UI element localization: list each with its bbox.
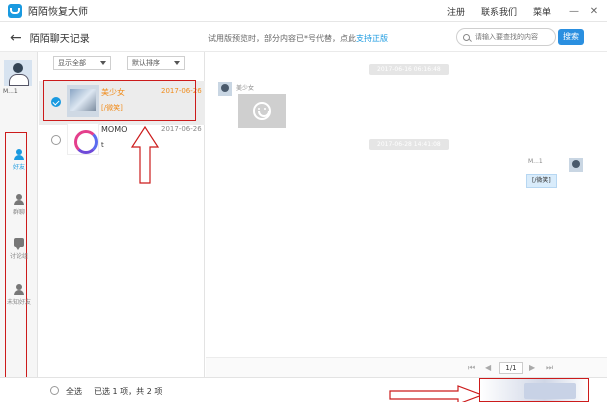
last-page-button[interactable]: ⏭ <box>546 363 553 373</box>
sidebar-item-label: 群聊 <box>12 209 25 216</box>
filter-row: 显示全部 默认排序 <box>39 52 204 74</box>
pagination: ⏮ ◀ 1/1 ▶ ⏭ <box>206 357 607 377</box>
user-avatar[interactable] <box>4 60 32 86</box>
search-button[interactable]: 搜索 <box>558 29 584 45</box>
momo-logo-icon <box>67 123 99 155</box>
user-avatar-caption: M...1 <box>3 88 18 95</box>
back-arrow-icon[interactable]: ← <box>10 30 22 46</box>
sidebar-item-label: 讨论组 <box>9 253 28 260</box>
trial-notice: 试用版预览时，部分内容已*号代替，点此支持正版 <box>208 33 388 44</box>
app-window: 陌陌恢复大师 注册 联系我们 菜单 — ✕ ← 陌陌聊天记录 试用版预览时，部分… <box>0 0 607 402</box>
register-link[interactable]: 注册 <box>447 5 465 18</box>
sort-dropdown[interactable]: 默认排序 <box>127 56 185 70</box>
timestamp-divider: 2017-06-28 14:41:08 <box>369 139 449 150</box>
sidebar: M...1 好友 群聊 讨论组 未知好友 <box>0 52 38 402</box>
unknown-person-icon <box>14 284 24 295</box>
own-name: M...1 <box>528 158 543 165</box>
menu-link[interactable]: 菜单 <box>533 5 551 18</box>
annotation-arrow-right-icon <box>389 385 484 402</box>
sidebar-item-groups[interactable]: 群聊 <box>4 194 34 216</box>
select-all-checkbox[interactable] <box>50 386 59 395</box>
sidebar-annotation-frame <box>5 132 27 402</box>
sidebar-item-label: 未知好友 <box>6 299 31 306</box>
app-logo-icon <box>8 3 22 18</box>
chat-bubble-icon <box>14 238 24 250</box>
select-checkbox[interactable] <box>51 135 61 145</box>
group-icon <box>14 194 24 205</box>
sidebar-item-label: 好友 <box>12 164 25 171</box>
prev-page-button[interactable]: ◀ <box>485 363 491 372</box>
selection-count: 已选 1 项，共 2 项 <box>94 387 163 396</box>
close-button[interactable]: ✕ <box>587 6 601 17</box>
sidebar-item-discussions[interactable]: 讨论组 <box>4 238 34 260</box>
sender-name: 美少女 <box>236 85 255 92</box>
own-avatar <box>569 158 583 172</box>
search-icon <box>463 33 470 41</box>
first-page-button[interactable]: ⏮ <box>468 363 475 373</box>
app-title: 陌陌恢复大师 <box>28 7 88 18</box>
chat-pane: 2017-06-16 06:16:48 美少女 2017-06-28 14:41… <box>206 52 607 357</box>
show-filter-value: 显示全部 <box>58 59 86 67</box>
sidebar-item-unknown-friends[interactable]: 未知好友 <box>4 284 34 306</box>
show-filter-dropdown[interactable]: 显示全部 <box>53 56 111 70</box>
top-nav: 注册 联系我们 菜单 — ✕ <box>447 0 607 22</box>
page-number[interactable]: 1/1 <box>499 362 523 374</box>
search-input[interactable] <box>475 33 555 41</box>
page-title: 陌陌聊天记录 <box>29 34 90 45</box>
export-button[interactable] <box>524 383 576 399</box>
chevron-down-icon <box>174 61 180 65</box>
contact-us-link[interactable]: 联系我们 <box>481 5 517 18</box>
contact-date: 2017-06-26 <box>161 125 202 133</box>
contact-name: MOMO <box>101 125 128 134</box>
search-box <box>456 28 556 46</box>
chevron-down-icon <box>100 61 106 65</box>
selected-contact-annotation-frame <box>43 80 196 121</box>
trial-notice-text: 试用版预览时，部分内容已*号代替，点此 <box>208 34 356 43</box>
emoji-message[interactable] <box>238 94 286 128</box>
select-all-label[interactable]: 全选 <box>66 386 82 397</box>
list-item[interactable]: MOMO t 2017-06-26 <box>39 119 205 163</box>
sort-value: 默认排序 <box>132 59 160 67</box>
title-bar: 陌陌恢复大师 注册 联系我们 菜单 — ✕ <box>0 0 607 22</box>
buy-license-link[interactable]: 支持正版 <box>356 34 388 43</box>
contact-preview: t <box>101 141 104 149</box>
page-header: ← 陌陌聊天记录 试用版预览时，部分内容已*号代替，点此支持正版 搜索 <box>0 24 607 52</box>
timestamp-divider: 2017-06-16 06:16:48 <box>369 64 449 75</box>
outgoing-message[interactable]: [/微笑] <box>526 174 557 188</box>
next-page-button[interactable]: ▶ <box>529 363 535 372</box>
minimize-button[interactable]: — <box>567 6 581 17</box>
person-icon <box>14 149 24 160</box>
annotation-arrow-up-icon <box>130 125 160 184</box>
sidebar-item-friends[interactable]: 好友 <box>4 149 34 171</box>
smile-icon <box>253 102 271 120</box>
sender-avatar <box>218 82 232 96</box>
